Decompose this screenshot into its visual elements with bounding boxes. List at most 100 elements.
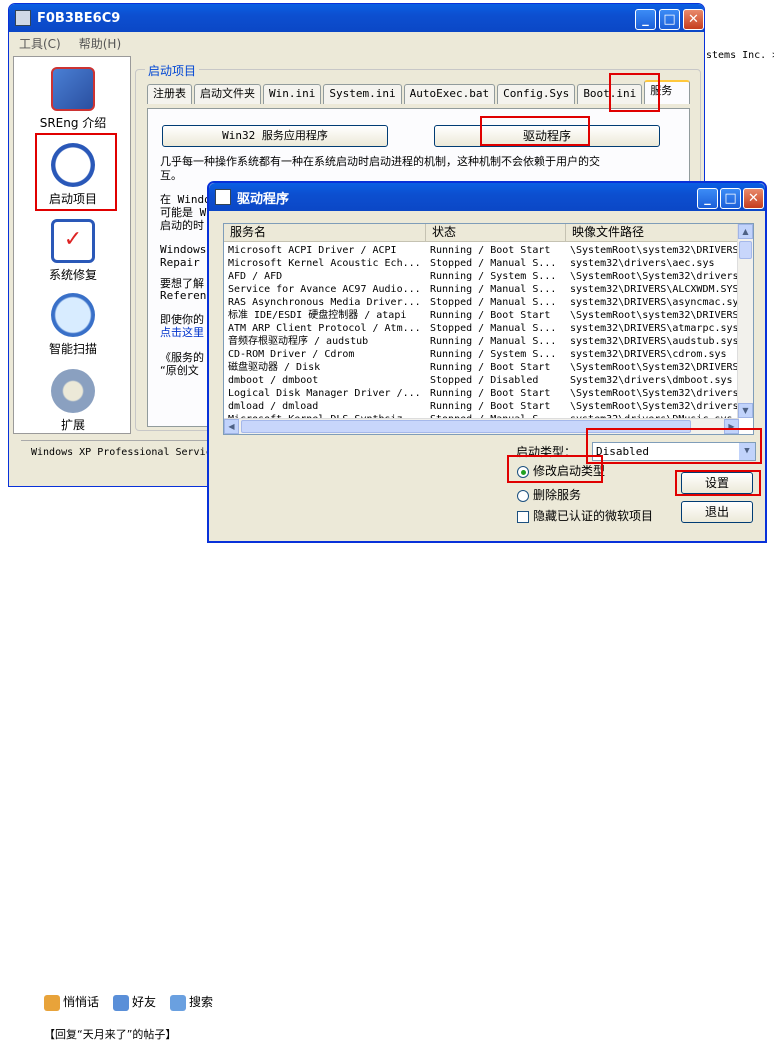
toolbar-item-friend[interactable]: 好友 xyxy=(113,993,156,1011)
highlight-startup-nav xyxy=(35,133,117,211)
highlight-set-button xyxy=(675,470,761,496)
driver-rows: Microsoft ACPI Driver / ACPI Running / Bo… xyxy=(224,244,739,426)
driver-path-cell: system32\DRIVERS\audstub.sys xyxy=(570,336,739,347)
panel-text-line: Windows xyxy=(160,243,207,256)
highlight-driver-button xyxy=(480,116,590,146)
driver-status-cell: Running / Boot Start xyxy=(430,362,551,373)
driver-name-cell: AFD / AFD xyxy=(228,271,283,282)
toolbar-item-whisper[interactable]: 悄悄话 xyxy=(44,993,99,1011)
menu-tools[interactable]: 工具(C) xyxy=(19,35,61,52)
driver-row[interactable]: ATM ARP Client Protocol / Atm... Stopped … xyxy=(224,322,739,335)
driver-status-cell: Stopped / Manual S... xyxy=(430,258,557,269)
driver-row[interactable]: Logical Disk Manager Driver /... Running … xyxy=(224,387,739,400)
checkbox-hide-indicator[interactable] xyxy=(517,510,529,523)
toolbar-item-search[interactable]: 搜索 xyxy=(170,993,213,1011)
menu-help[interactable]: 帮助(H) xyxy=(79,35,121,52)
driver-name-cell: dmload / dmload xyxy=(228,401,319,412)
driver-path-cell: \SystemRoot\system32\DRIVERS xyxy=(570,245,739,256)
driver-path-cell: System32\drivers\dmboot.sys xyxy=(570,375,733,386)
friend-icon xyxy=(113,994,130,1011)
driver-status-cell: Running / Boot Start xyxy=(430,310,551,321)
nav-item-system-repair[interactable]: ✓ 系统修复 xyxy=(14,219,132,283)
tab-system-ini[interactable]: System.ini xyxy=(323,84,402,104)
driver-row[interactable]: Service for Avance AC97 Audio... Running … xyxy=(224,283,739,296)
navigation-pane: SREng 介绍 启动项目 ✓ 系统修复 智能扫描 扩展 xyxy=(13,56,131,434)
win32-services-button[interactable]: Win32 服务应用程序 xyxy=(162,125,388,147)
driver-status-cell: Running / Manual S... xyxy=(430,336,557,347)
driver-name-cell: dmboot / dmboot xyxy=(228,375,319,386)
vertical-scrollbar[interactable]: ▲ ▼ xyxy=(737,224,753,418)
close-button[interactable]: ✕ xyxy=(683,9,704,30)
tab-autoexec-bat[interactable]: AutoExec.bat xyxy=(403,84,496,104)
driver-row[interactable]: Microsoft ACPI Driver / ACPI Running / Bo… xyxy=(224,244,739,257)
driver-status-cell: Running / System S... xyxy=(430,271,557,282)
panel-text-link[interactable]: 点击这里 xyxy=(160,324,204,340)
dialog-icon xyxy=(215,189,231,205)
driver-path-cell: \SystemRoot\System32\drivers xyxy=(570,388,739,399)
driver-list[interactable]: 服务名 状态 映像文件路径 Microsoft ACPI Driver / AC… xyxy=(223,223,754,435)
driver-status-cell: Stopped / Manual S... xyxy=(430,297,557,308)
driver-name-cell: RAS Asynchronous Media Driver... xyxy=(228,297,421,308)
radio-delete-service[interactable]: 删除服务 xyxy=(517,486,581,503)
driver-row[interactable]: 音频存根驱动程序 / audstub Running / Manual S... s… xyxy=(224,335,739,348)
driver-status-cell: Running / System S... xyxy=(430,349,557,360)
column-header-name[interactable]: 服务名 xyxy=(224,224,426,242)
panel-text-line: Repair E xyxy=(160,256,213,269)
driver-row[interactable]: AFD / AFD Running / System S... \SystemRoo… xyxy=(224,270,739,283)
driver-name-cell: Service for Avance AC97 Audio... xyxy=(228,284,421,295)
group-title: 启动项目 xyxy=(145,62,200,79)
panel-text-line: 启动的时 xyxy=(160,219,204,232)
scroll-up-arrow[interactable]: ▲ xyxy=(738,224,753,239)
dialog-minimize-button[interactable]: _ xyxy=(697,188,718,209)
nav-item-extension[interactable]: 扩展 xyxy=(14,369,132,433)
driver-row[interactable]: 标准 IDE/ESDI 硬盘控制器 / atapi Running / Boot … xyxy=(224,309,739,322)
highlight-services-tab xyxy=(609,73,660,112)
driver-status-cell: Running / Boot Start xyxy=(430,388,551,399)
radio-delete-label: 删除服务 xyxy=(533,488,582,502)
highlight-modify-radio xyxy=(507,455,603,483)
reply-link[interactable]: 【回复“天月来了”的帖子】 xyxy=(44,1026,176,1042)
vertical-scroll-thumb[interactable] xyxy=(739,241,752,259)
driver-path-cell: \SystemRoot\System32\drivers xyxy=(570,271,739,282)
driver-row[interactable]: dmload / dmload Running / Boot Start \Syst… xyxy=(224,400,739,413)
minimize-button[interactable]: _ xyxy=(635,9,656,30)
radio-delete-indicator[interactable] xyxy=(517,489,529,502)
main-window-title: F0B3BE6C9 xyxy=(37,10,121,26)
tab-win-ini[interactable]: Win.ini xyxy=(263,84,322,104)
main-titlebar[interactable]: F0B3BE6C9 xyxy=(9,4,704,32)
dialog-maximize-button[interactable]: □ xyxy=(720,188,741,209)
maximize-button[interactable]: □ xyxy=(659,9,680,30)
checkbox-hide-label: 隐藏已认证的微软项目 xyxy=(533,509,654,523)
scroll-down-arrow[interactable]: ▼ xyxy=(738,403,753,418)
highlight-startup-type xyxy=(586,428,762,464)
checklist-icon: ✓ xyxy=(51,219,95,263)
panel-text-line: “原创文 xyxy=(160,364,199,377)
nav-item-sreng-intro[interactable]: SREng 介绍 xyxy=(14,67,132,131)
driver-row[interactable]: CD-ROM Driver / Cdrom Running / System S.… xyxy=(224,348,739,361)
driver-row[interactable]: 磁盘驱动器 / Disk Running / Boot Start \SystemR… xyxy=(224,361,739,374)
nav-item-smart-scan[interactable]: 智能扫描 xyxy=(14,293,132,357)
driver-status-cell: Running / Boot Start xyxy=(430,401,551,412)
panel-text-line: Referenc xyxy=(160,289,213,302)
driver-status-cell: Running / Boot Start xyxy=(430,245,551,256)
column-header-path[interactable]: 映像文件路径 xyxy=(566,224,739,242)
driver-row[interactable]: Microsoft Kernel Acoustic Ech... Stopped … xyxy=(224,257,739,270)
driver-name-cell: Microsoft Kernel Acoustic Ech... xyxy=(228,258,421,269)
search-icon xyxy=(170,994,187,1011)
driver-status-cell: Stopped / Manual S... xyxy=(430,323,557,334)
dialog-titlebar[interactable]: 驱动程序 xyxy=(209,183,765,211)
toolbox-icon xyxy=(51,67,95,111)
scroll-left-arrow[interactable]: ◀ xyxy=(224,419,239,434)
tab-registry[interactable]: 注册表 xyxy=(147,84,192,104)
driver-row[interactable]: dmboot / dmboot Stopped / Disabled System3… xyxy=(224,374,739,387)
checkbox-hide-microsoft[interactable]: 隐藏已认证的微软项目 xyxy=(517,507,653,524)
driver-name-cell: 标准 IDE/ESDI 硬盘控制器 / atapi xyxy=(228,310,407,321)
column-header-status[interactable]: 状态 xyxy=(426,224,566,242)
driver-path-cell: system32\DRIVERS\asyncmac.sy xyxy=(570,297,739,308)
exit-button[interactable]: 退出 xyxy=(681,501,753,523)
dialog-close-button[interactable]: ✕ xyxy=(743,188,764,209)
driver-path-cell: system32\DRIVERS\atmarpc.sys xyxy=(570,323,739,334)
tab-startup-folder[interactable]: 启动文件夹 xyxy=(194,84,261,104)
tab-config-sys[interactable]: Config.Sys xyxy=(497,84,576,104)
driver-row[interactable]: RAS Asynchronous Media Driver... Stopped … xyxy=(224,296,739,309)
